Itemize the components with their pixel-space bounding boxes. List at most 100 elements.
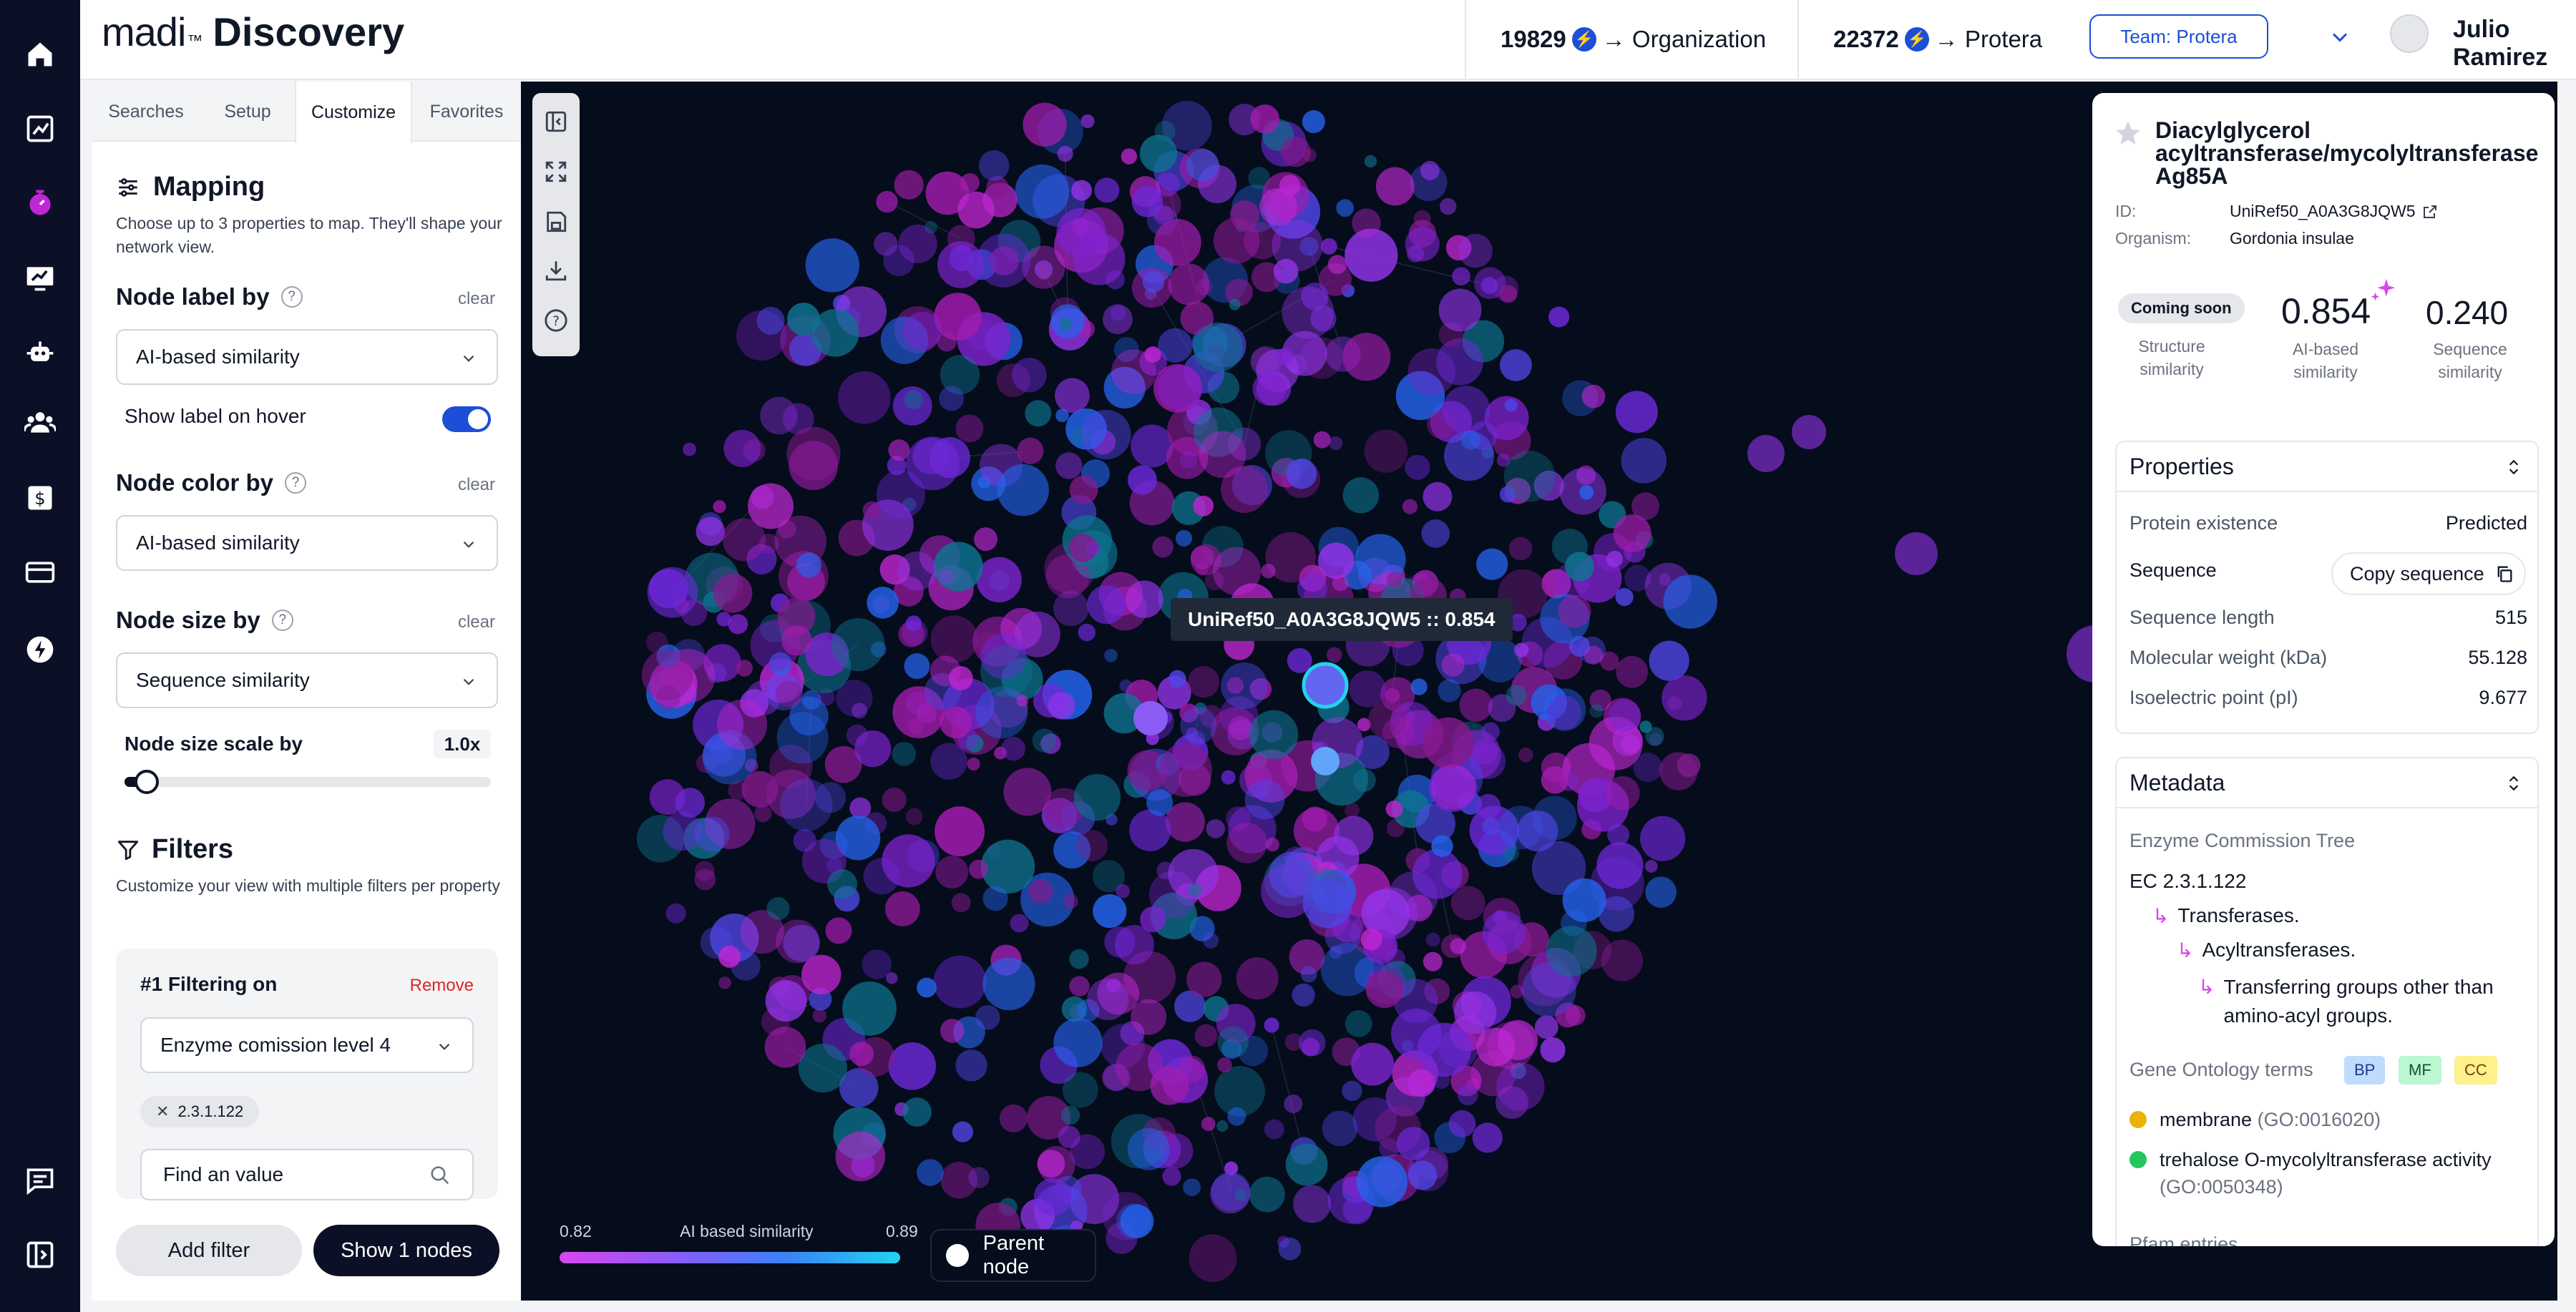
graph-node[interactable]: [1017, 437, 1044, 464]
graph-node[interactable]: [1055, 378, 1090, 413]
graph-node[interactable]: [1080, 409, 1131, 460]
graph-node[interactable]: [1405, 454, 1430, 480]
graph-node[interactable]: [713, 573, 753, 613]
graph-node[interactable]: [825, 917, 852, 944]
graph-node[interactable]: [912, 438, 950, 475]
graph-node[interactable]: [1364, 155, 1377, 168]
graph-node[interactable]: [1386, 572, 1402, 588]
graph-node[interactable]: [1300, 966, 1317, 983]
graph-node[interactable]: [1249, 1176, 1285, 1213]
graph-node[interactable]: [1071, 180, 1093, 201]
graph-node[interactable]: [1261, 563, 1276, 579]
selected-graph-node[interactable]: [1302, 662, 1349, 709]
graph-node[interactable]: [1407, 1160, 1438, 1190]
graph-node[interactable]: [1645, 876, 1677, 908]
graph-node[interactable]: [1069, 475, 1098, 504]
graph-node[interactable]: [1087, 585, 1126, 625]
collapse-sidebar-icon[interactable]: [20, 1235, 60, 1275]
go-badge-cc[interactable]: CC: [2454, 1056, 2497, 1085]
graph-node[interactable]: [1062, 1072, 1098, 1108]
graph-node[interactable]: [1227, 1107, 1246, 1126]
graph-node[interactable]: [1496, 1062, 1545, 1111]
graph-node[interactable]: [976, 233, 1031, 288]
graph-node[interactable]: [1032, 728, 1057, 753]
graph-node[interactable]: [1292, 983, 1315, 1007]
graph-node[interactable]: [949, 245, 975, 271]
graph-node[interactable]: [728, 780, 748, 801]
graph-node[interactable]: [1345, 228, 1398, 282]
graph-node[interactable]: [1115, 1043, 1164, 1092]
monitor-icon[interactable]: [20, 258, 60, 298]
graph-node[interactable]: [1460, 430, 1480, 450]
graph-node[interactable]: [930, 655, 961, 687]
help-icon[interactable]: ?: [285, 472, 307, 494]
graph-node[interactable]: [930, 743, 967, 780]
fullscreen-icon[interactable]: [542, 157, 570, 186]
remove-filter-button[interactable]: Remove: [410, 976, 474, 996]
graph-node[interactable]: [1747, 435, 1785, 472]
chevron-down-icon[interactable]: [2327, 24, 2353, 50]
graph-node[interactable]: [1534, 1015, 1558, 1039]
graph-node[interactable]: [1188, 666, 1220, 698]
graph-node[interactable]: [1402, 499, 1418, 514]
graph-node[interactable]: [1168, 263, 1210, 305]
graph-node[interactable]: [798, 1043, 848, 1093]
graph-node[interactable]: [718, 945, 741, 968]
graph-node[interactable]: [1562, 878, 1606, 922]
graph-node[interactable]: [1216, 1120, 1229, 1132]
graph-node[interactable]: [1342, 1080, 1362, 1102]
graph-node[interactable]: [680, 599, 708, 627]
graph-node[interactable]: [1183, 1178, 1201, 1197]
graph-node[interactable]: [902, 1097, 932, 1127]
graph-node[interactable]: [940, 1019, 965, 1043]
graph-node[interactable]: [951, 893, 971, 913]
graph-node[interactable]: [1279, 175, 1301, 196]
graph-node[interactable]: [846, 724, 869, 747]
copy-sequence-button[interactable]: Copy sequence: [2331, 552, 2526, 595]
graph-node[interactable]: [1226, 823, 1267, 863]
close-icon[interactable]: ✕: [156, 1102, 169, 1121]
show-nodes-button[interactable]: Show 1 nodes: [313, 1225, 499, 1276]
graph-node[interactable]: [1607, 823, 1630, 846]
graph-node[interactable]: [1606, 775, 1640, 811]
save-icon[interactable]: [542, 207, 570, 236]
graph-node[interactable]: [1616, 655, 1649, 688]
graph-node[interactable]: [1250, 104, 1280, 134]
graph-node[interactable]: [665, 903, 686, 924]
graph-node[interactable]: [1236, 957, 1279, 1000]
protein-id-link[interactable]: UniRef50_A0A3G8JQW5: [2230, 202, 2439, 221]
graph-node[interactable]: [1264, 1017, 1279, 1033]
graph-node[interactable]: [1442, 386, 1491, 434]
graph-node[interactable]: [1375, 167, 1415, 206]
graph-node[interactable]: [978, 150, 1010, 181]
graph-node[interactable]: [1193, 322, 1243, 373]
graph-node[interactable]: [764, 1027, 806, 1068]
team-selector[interactable]: Team: Protera: [2089, 14, 2268, 59]
graph-node[interactable]: [1282, 286, 1335, 339]
graph-node[interactable]: [1104, 649, 1118, 662]
properties-header[interactable]: Properties: [2117, 442, 2537, 492]
graph-node[interactable]: [1425, 932, 1440, 947]
graph-node[interactable]: [952, 1121, 974, 1142]
graph-node[interactable]: [888, 439, 910, 461]
graph-node[interactable]: [1133, 701, 1168, 735]
graph-node[interactable]: [1034, 1178, 1072, 1216]
graph-node[interactable]: [882, 788, 907, 813]
graph-node[interactable]: [1265, 837, 1279, 852]
graph-node[interactable]: [713, 500, 726, 514]
graph-node[interactable]: [1439, 197, 1457, 215]
graph-node[interactable]: [1302, 878, 1353, 929]
graph-node[interactable]: [1329, 436, 1343, 451]
graph-node[interactable]: [1438, 288, 1482, 332]
graph-node[interactable]: [904, 390, 923, 409]
graph-node[interactable]: [1606, 550, 1624, 568]
graph-node[interactable]: [938, 569, 955, 585]
graph-node[interactable]: [1302, 110, 1325, 134]
node-size-select[interactable]: Sequence similarity: [116, 652, 498, 708]
graph-node[interactable]: [1351, 1042, 1395, 1086]
graph-node[interactable]: [1069, 976, 1090, 997]
graph-node[interactable]: [930, 615, 978, 663]
graph-node[interactable]: [1301, 1037, 1320, 1057]
graph-node[interactable]: [1093, 894, 1127, 929]
graph-node[interactable]: [1179, 451, 1197, 469]
